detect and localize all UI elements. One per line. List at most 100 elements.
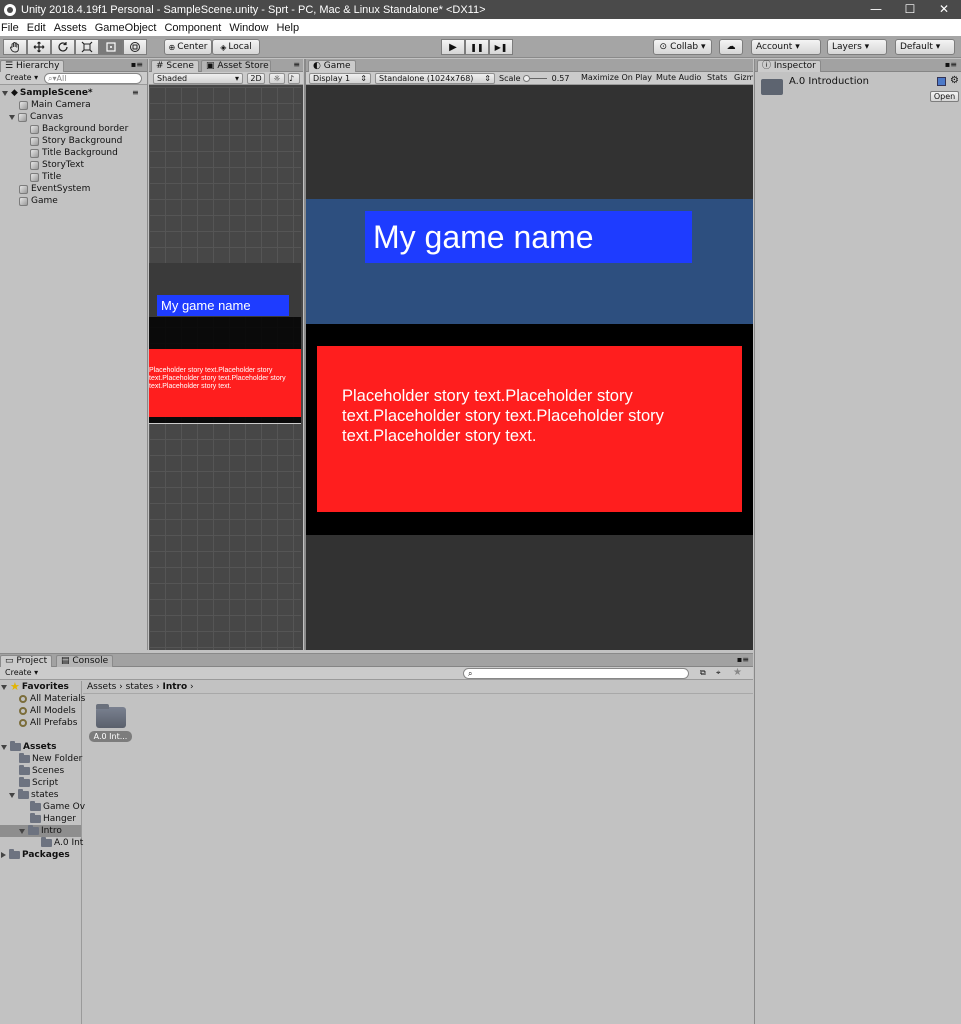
scene-lighting-toggle[interactable]: ☼ — [269, 73, 285, 84]
step-button[interactable]: ▶❚ — [489, 39, 513, 55]
gizmos-dropdown[interactable]: Gizm — [733, 73, 753, 84]
favorite-star-icon[interactable]: ★ — [733, 667, 745, 678]
help-icon[interactable] — [937, 77, 946, 86]
scale-slider[interactable] — [523, 75, 548, 82]
hierarchy-search-input[interactable]: ⌕▾All — [44, 73, 142, 84]
menu-file[interactable]: File — [0, 22, 24, 34]
favorite-all-prefabs[interactable]: All Prefabs — [19, 717, 77, 729]
menu-component[interactable]: Component — [163, 22, 226, 34]
packages-header[interactable]: Packages — [1, 849, 70, 861]
hierarchy-item-eventsystem[interactable]: EventSystem — [19, 183, 90, 195]
cloud-button[interactable]: ☁ — [719, 39, 743, 55]
scale-tool-button[interactable] — [75, 39, 99, 55]
stats-toggle[interactable]: Stats — [704, 73, 732, 84]
close-button[interactable]: ✕ — [927, 0, 961, 19]
filter-type-icon[interactable]: ⧉ — [700, 668, 712, 679]
create-dropdown[interactable]: Create ▾ — [2, 73, 38, 84]
gameobject-icon — [30, 148, 39, 158]
menu-help[interactable]: Help — [275, 22, 304, 34]
assets-header[interactable]: Assets — [1, 741, 56, 753]
hierarchy-item-main-camera[interactable]: Main Camera — [19, 99, 91, 111]
folder-scenes[interactable]: Scenes — [19, 765, 64, 777]
gear-icon[interactable]: ⚙ — [950, 75, 959, 86]
collab-dropdown[interactable]: ⊙ Collab ▾ — [653, 39, 712, 55]
folder-a0-introduction[interactable]: A.0 Int — [41, 837, 83, 849]
account-dropdown[interactable]: Account ▾ — [751, 39, 821, 55]
scene-audio-toggle[interactable]: ♪ — [288, 73, 300, 84]
hierarchy-item-title[interactable]: Title — [30, 171, 61, 183]
layout-dropdown[interactable]: Default ▾ — [895, 39, 955, 55]
folder-hanger[interactable]: Hanger — [30, 813, 76, 825]
breadcrumb-intro[interactable]: Intro — [162, 682, 187, 692]
main-toolbar: ⊕ Center ◈ Local ▶ ❚❚ ▶❚ ⊙ Collab ▾ ☁ Ac… — [0, 36, 961, 58]
tab-asset-store[interactable]: ▣ Asset Store — [201, 60, 271, 72]
project-create-dropdown[interactable]: Create ▾ — [2, 668, 38, 679]
lock-icon[interactable]: ▪≡ — [945, 60, 957, 69]
menu-assets[interactable]: Assets — [53, 22, 92, 34]
hierarchy-item-background-border[interactable]: Background border — [30, 123, 128, 135]
favorites-header[interactable]: ★ Favorites — [1, 681, 69, 693]
project-search-input[interactable]: ⌕ — [463, 668, 689, 679]
resolution-dropdown[interactable]: Standalone (1024x768) ⇕ — [375, 73, 495, 84]
hierarchy-item-story-background[interactable]: Story Background — [30, 135, 122, 147]
project-grid-item-label[interactable]: A.0 Int... — [89, 731, 132, 742]
transform-icon — [130, 42, 140, 52]
panel-menu-icon[interactable]: ▪≡ — [737, 655, 749, 664]
open-button[interactable]: Open — [930, 91, 959, 102]
scene-menu-icon[interactable]: ≡ — [132, 87, 139, 99]
maximize-button[interactable]: ☐ — [893, 0, 927, 19]
favorite-all-materials[interactable]: All Materials — [19, 693, 85, 705]
play-button[interactable]: ▶ — [441, 39, 465, 55]
scene-root-row[interactable]: ◆ SampleScene* ≡ — [2, 87, 139, 99]
menu-window[interactable]: Window — [228, 22, 273, 34]
project-grid-item-folder[interactable] — [96, 704, 126, 728]
folder-script[interactable]: Script — [19, 777, 58, 789]
panel-menu-icon[interactable]: ▪≡ — [131, 60, 143, 69]
tab-console[interactable]: ▤ Console — [56, 655, 114, 667]
hierarchy-item-canvas[interactable]: Canvas — [9, 111, 63, 123]
panel-menu-icon[interactable]: ≡ — [293, 60, 300, 69]
pause-button[interactable]: ❚❚ — [465, 39, 489, 55]
chevron-down-icon: ⇕ — [360, 74, 367, 83]
expand-arrow-icon — [1, 684, 7, 690]
pivot-local-button[interactable]: ◈ Local — [212, 39, 260, 55]
scene-viewport[interactable]: My game name Placeholder story text.Plac… — [149, 87, 301, 650]
tab-game[interactable]: ◐ Game — [308, 60, 356, 72]
favorite-all-models[interactable]: All Models — [19, 705, 76, 717]
minimize-button[interactable]: — — [859, 0, 893, 19]
rotate-tool-button[interactable] — [51, 39, 75, 55]
shading-mode-dropdown[interactable]: Shaded ▾ — [153, 73, 243, 84]
gameobject-icon — [19, 184, 28, 194]
menu-edit[interactable]: Edit — [26, 22, 51, 34]
menu-gameobject[interactable]: GameObject — [94, 22, 162, 34]
maximize-on-play-toggle[interactable]: Maximize On Play — [578, 73, 652, 84]
layers-dropdown[interactable]: Layers ▾ — [827, 39, 887, 55]
breadcrumb-assets[interactable]: Assets — [87, 682, 116, 692]
hierarchy-item-title-background[interactable]: Title Background — [30, 147, 118, 159]
tab-project[interactable]: ▭ Project — [0, 655, 53, 667]
move-tool-button[interactable] — [27, 39, 51, 55]
slider-thumb[interactable] — [523, 75, 531, 82]
folder-game-over[interactable]: Game Ov — [30, 801, 85, 813]
chevron-down-icon: ⇕ — [484, 74, 491, 83]
hand-tool-button[interactable] — [3, 39, 27, 55]
breadcrumb-states[interactable]: states — [126, 682, 154, 692]
mute-audio-toggle[interactable]: Mute Audio — [653, 73, 703, 84]
tab-inspector[interactable]: ⓘ Inspector — [757, 60, 821, 72]
pivot-center-button[interactable]: ⊕ Center — [164, 39, 212, 55]
folder-icon — [30, 801, 41, 811]
hierarchy-item-storytext[interactable]: StoryText — [30, 159, 84, 171]
tab-hierarchy[interactable]: ☰ Hierarchy — [0, 60, 65, 72]
filter-label-icon[interactable]: ⌖ — [716, 668, 728, 679]
folder-states[interactable]: states — [9, 789, 59, 801]
folder-new-folder[interactable]: New Folder — [19, 753, 82, 765]
hierarchy-item-game[interactable]: Game — [19, 195, 58, 207]
tab-scene[interactable]: # Scene — [151, 60, 199, 72]
display-dropdown[interactable]: Display 1 ⇕ — [309, 73, 371, 84]
rect-tool-button[interactable] — [99, 39, 123, 55]
2d-mode-toggle[interactable]: 2D — [247, 73, 265, 84]
folder-intro[interactable]: Intro — [0, 825, 81, 837]
scene-panel: # Scene ▣ Asset Store ≡ Shaded ▾ 2D ☼ ♪ M… — [149, 59, 303, 650]
transform-tool-button[interactable] — [123, 39, 147, 55]
game-viewport[interactable]: My game name Placeholder story text.Plac… — [306, 87, 753, 650]
